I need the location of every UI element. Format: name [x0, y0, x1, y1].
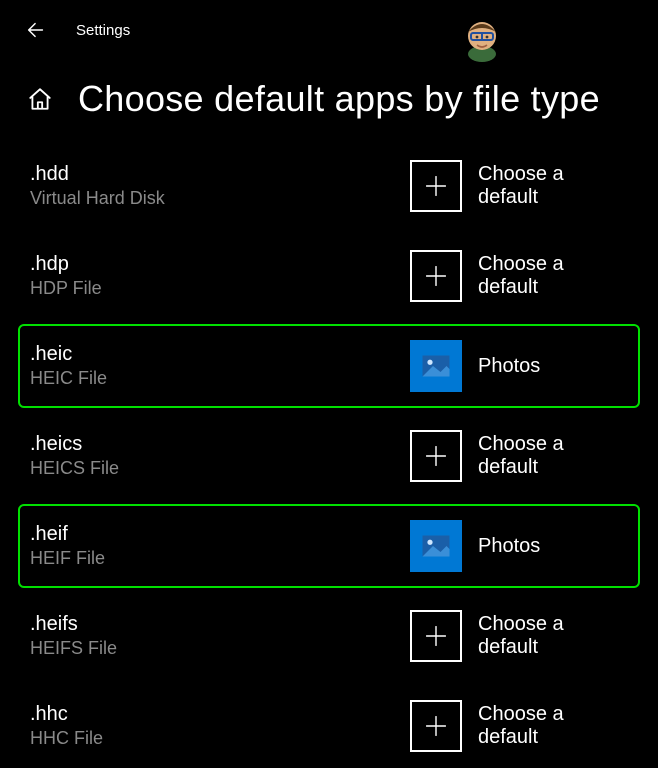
file-type-row: .hddVirtual Hard Disk Choose a default	[18, 144, 640, 228]
titlebar-label: Settings	[76, 22, 130, 39]
default-app-label: Choose a default	[478, 703, 628, 749]
extension-label: .heif	[30, 523, 410, 546]
file-type-row: .hdpHDP File Choose a default	[18, 234, 640, 318]
default-app-button[interactable]: Photos	[410, 520, 540, 572]
extension-block: .hddVirtual Hard Disk	[30, 163, 410, 209]
plus-icon	[419, 709, 453, 743]
plus-icon	[419, 259, 453, 293]
extension-block: .heicsHEICS File	[30, 433, 410, 479]
home-button[interactable]	[26, 85, 54, 113]
photos-app-icon	[410, 520, 462, 572]
extension-description: Virtual Hard Disk	[30, 188, 410, 209]
back-button[interactable]	[24, 18, 48, 42]
plus-icon	[410, 700, 462, 752]
extension-block: .hdpHDP File	[30, 253, 410, 299]
extension-description: HEIC File	[30, 368, 410, 389]
home-icon	[27, 86, 53, 112]
file-type-list: .hddVirtual Hard DiskChoose a default.hd…	[0, 144, 658, 768]
file-type-row: .heicHEIC File Photos	[18, 324, 640, 408]
default-app-button[interactable]: Choose a default	[410, 250, 628, 302]
photo-icon	[418, 528, 454, 564]
file-type-row: .heifsHEIFS File Choose a default	[18, 594, 640, 678]
page-title: Choose default apps by file type	[78, 78, 600, 120]
default-app-label: Photos	[478, 535, 540, 558]
extension-description: HEIFS File	[30, 638, 410, 659]
photo-icon	[418, 348, 454, 384]
photos-app-icon	[410, 340, 462, 392]
default-app-button[interactable]: Choose a default	[410, 160, 628, 212]
default-app-button[interactable]: Choose a default	[410, 700, 628, 752]
plus-icon	[410, 250, 462, 302]
extension-label: .hhc	[30, 703, 410, 726]
page-header: Choose default apps by file type	[0, 48, 658, 144]
plus-icon	[410, 610, 462, 662]
extension-block: .hhcHHC File	[30, 703, 410, 749]
plus-icon	[419, 169, 453, 203]
file-type-row: .heicsHEICS File Choose a default	[18, 414, 640, 498]
extension-label: .heifs	[30, 613, 410, 636]
file-type-row: .hhcHHC File Choose a default	[18, 684, 640, 768]
plus-icon	[419, 439, 453, 473]
extension-label: .heics	[30, 433, 410, 456]
plus-icon	[410, 160, 462, 212]
extension-description: HEICS File	[30, 458, 410, 479]
default-app-label: Choose a default	[478, 613, 628, 659]
default-app-label: Choose a default	[478, 433, 628, 479]
file-type-row: .heifHEIF File Photos	[18, 504, 640, 588]
extension-label: .hdp	[30, 253, 410, 276]
default-app-label: Choose a default	[478, 253, 628, 299]
extension-label: .heic	[30, 343, 410, 366]
plus-icon	[410, 430, 462, 482]
extension-description: HDP File	[30, 278, 410, 299]
titlebar: Settings	[0, 0, 658, 48]
avatar	[460, 14, 504, 62]
extension-block: .heifHEIF File	[30, 523, 410, 569]
arrow-left-icon	[25, 19, 47, 41]
extension-description: HEIF File	[30, 548, 410, 569]
default-app-label: Choose a default	[478, 163, 628, 209]
extension-block: .heicHEIC File	[30, 343, 410, 389]
extension-description: HHC File	[30, 728, 410, 749]
plus-icon	[419, 619, 453, 653]
extension-label: .hdd	[30, 163, 410, 186]
extension-block: .heifsHEIFS File	[30, 613, 410, 659]
default-app-label: Photos	[478, 355, 540, 378]
default-app-button[interactable]: Photos	[410, 340, 540, 392]
default-app-button[interactable]: Choose a default	[410, 610, 628, 662]
default-app-button[interactable]: Choose a default	[410, 430, 628, 482]
